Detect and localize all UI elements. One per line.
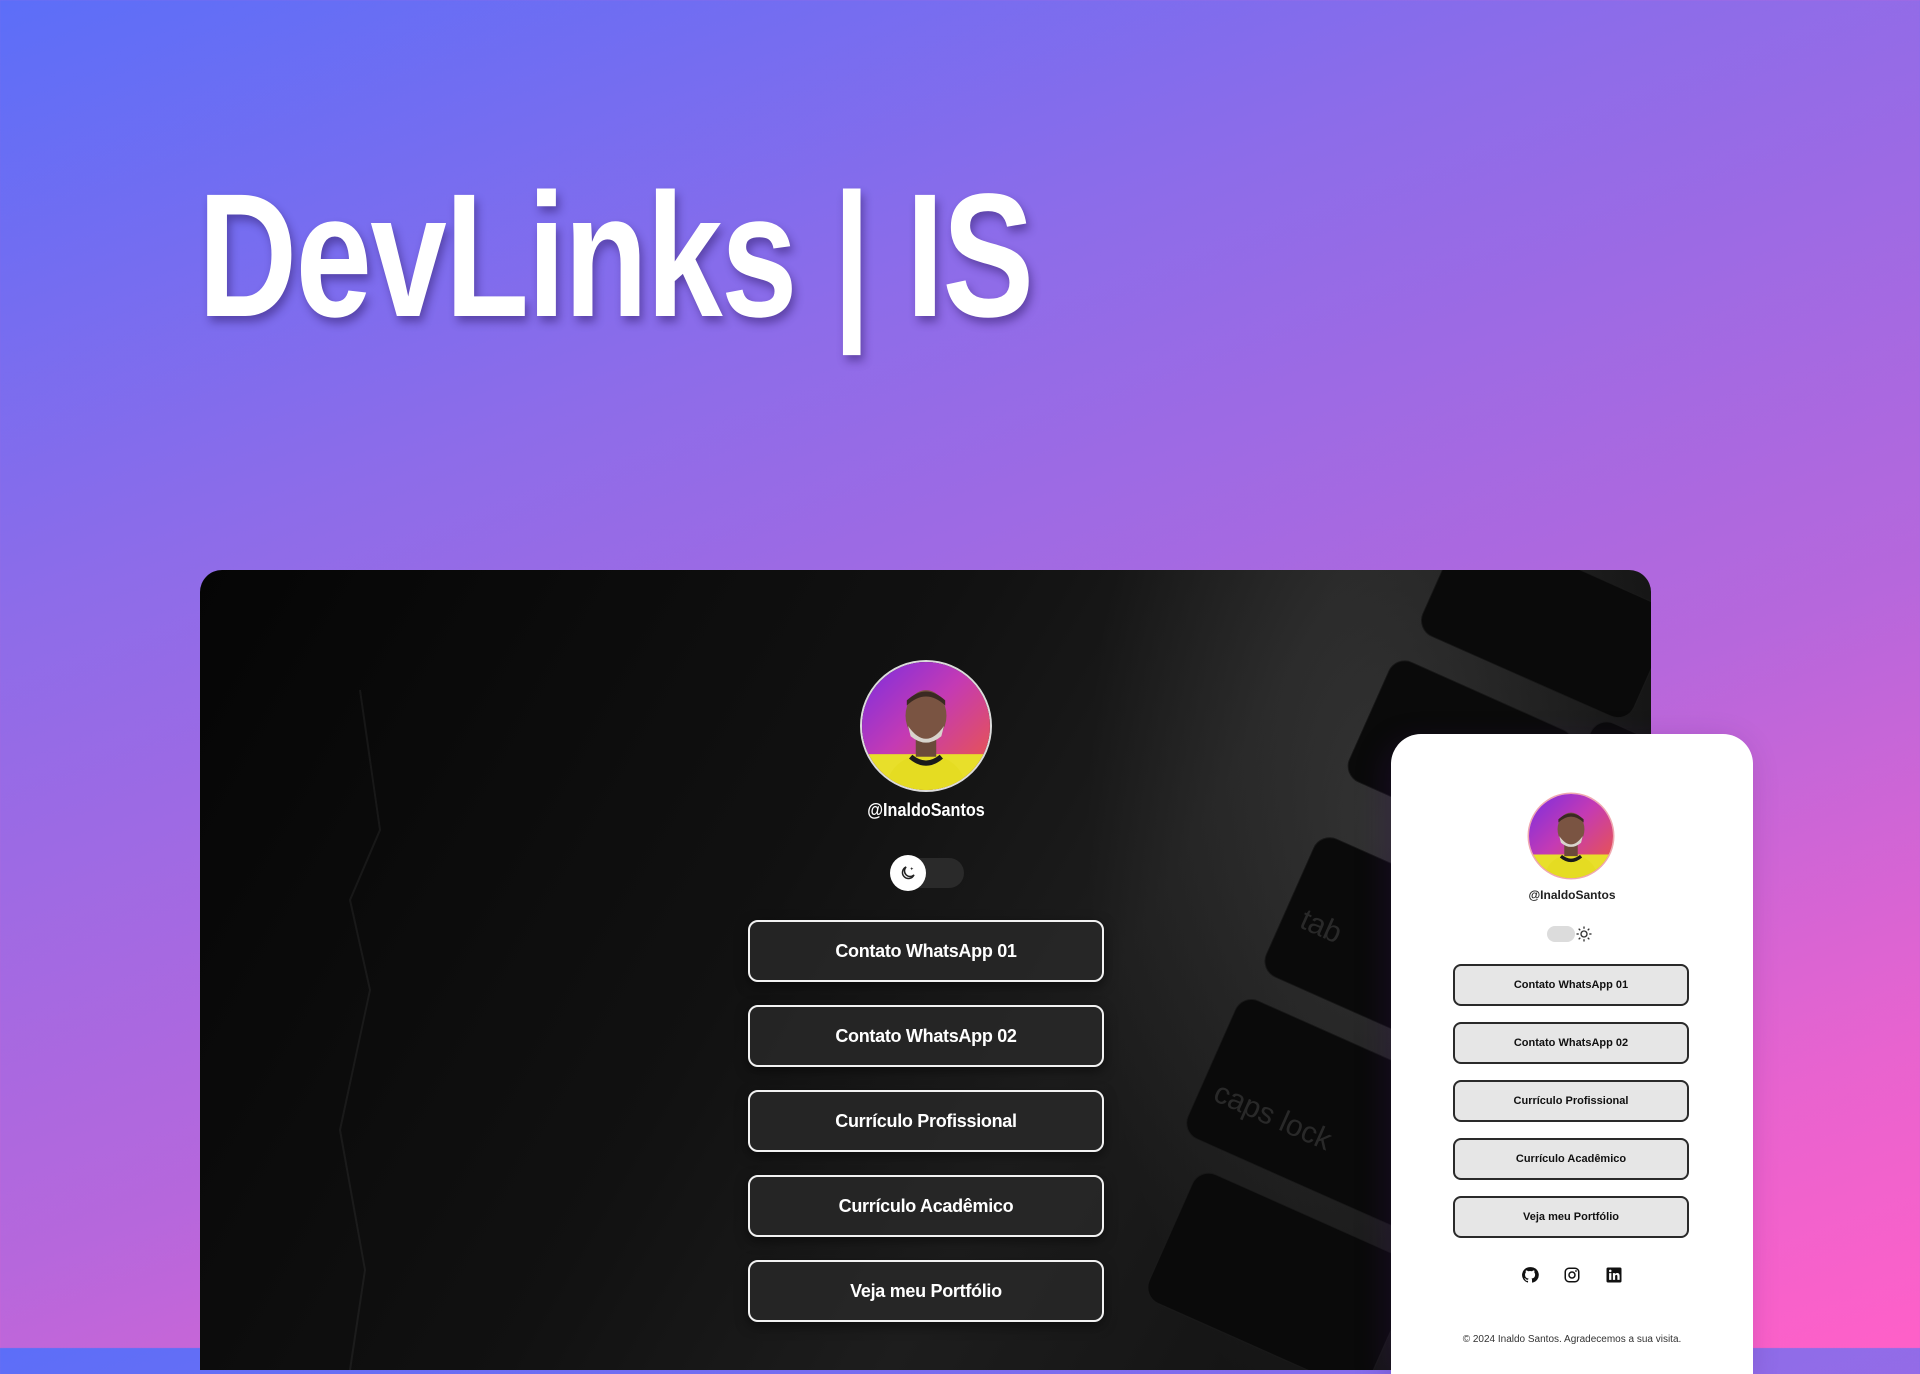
person-photo [1529,812,1613,878]
footer-text: © 2024 Inaldo Santos. Agradecemos a sua … [1462,1334,1682,1345]
linkedin-icon[interactable] [1605,1266,1623,1284]
toggle-knob[interactable] [890,855,926,891]
surface-crack [338,689,382,1370]
link-whatsapp-02-button[interactable]: Contato WhatsApp 02 [748,1005,1104,1067]
sun-icon[interactable] [1575,925,1593,943]
moon-icon [901,866,915,880]
link-list: Contato WhatsApp 01 Contato WhatsApp 02 … [748,920,1104,1345]
link-curriculo-academico-button[interactable]: Currículo Acadêmico [1453,1138,1689,1180]
link-curriculo-profissional-button[interactable]: Currículo Profissional [1453,1080,1689,1122]
mobile-preview: @InaldoSantos Contato WhatsApp 01 Contat… [1391,734,1753,1374]
keyboard-key [1415,570,1651,724]
username: @InaldoSantos [867,800,985,820]
link-whatsapp-01-button[interactable]: Contato WhatsApp 01 [748,920,1104,982]
person-photo [862,690,990,790]
hero-title: DevLinks | IS [198,158,1034,354]
link-whatsapp-01-button[interactable]: Contato WhatsApp 01 [1453,964,1689,1006]
social-links [1391,1266,1753,1284]
profile-avatar [862,662,990,790]
link-whatsapp-02-button[interactable]: Contato WhatsApp 02 [1453,1022,1689,1064]
theme-toggle[interactable] [890,855,964,891]
key-label-tab: tab [1295,902,1347,951]
github-icon[interactable] [1521,1266,1539,1284]
profile-avatar [1529,794,1613,878]
key-label-caps-lock: caps lock [1208,1076,1337,1158]
link-portfolio-button[interactable]: Veja meu Portfólio [1453,1196,1689,1238]
keyboard-key [1141,1166,1421,1370]
link-portfolio-button[interactable]: Veja meu Portfólio [748,1260,1104,1322]
instagram-icon[interactable] [1563,1266,1581,1284]
link-list: Contato WhatsApp 01 Contato WhatsApp 02 … [1453,964,1691,1254]
theme-toggle[interactable] [1547,926,1575,942]
link-curriculo-profissional-button[interactable]: Currículo Profissional [748,1090,1104,1152]
username: @InaldoSantos [1528,888,1616,902]
link-curriculo-academico-button[interactable]: Currículo Acadêmico [748,1175,1104,1237]
